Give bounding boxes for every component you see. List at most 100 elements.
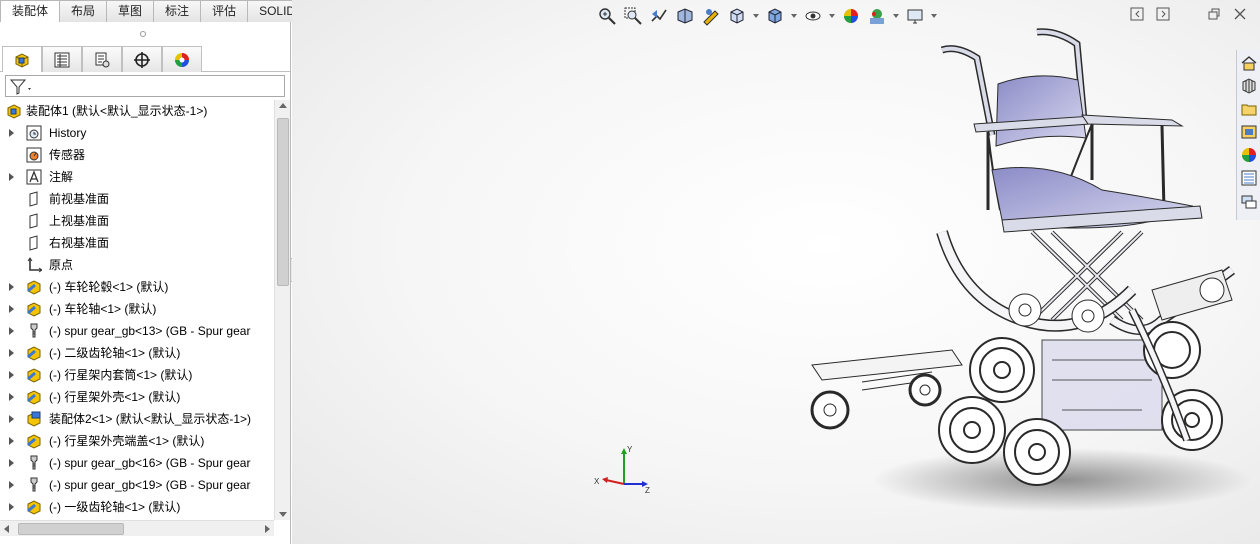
tree-filter[interactable] xyxy=(5,75,285,97)
triad-y-label: Y xyxy=(627,445,633,454)
dynamic-annotation-icon[interactable] xyxy=(700,5,722,27)
tree-horizontal-scrollbar[interactable] xyxy=(0,520,274,536)
part-icon xyxy=(27,346,41,361)
tree-item[interactable]: (-) 二级齿轮轴<1> (默认) xyxy=(0,342,274,364)
part-icon xyxy=(27,280,41,295)
command-tab[interactable]: 评估 xyxy=(201,0,249,22)
tree-item-label: (-) 行星架外壳端盖<1> (默认) xyxy=(49,434,205,448)
tab-dimxpert-manager[interactable] xyxy=(122,46,162,72)
tree-item[interactable]: (-) 行星架外壳端盖<1> (默认) xyxy=(0,430,274,452)
expand-arrow-icon[interactable] xyxy=(9,327,14,335)
tree-item-label: 上视基准面 xyxy=(49,214,110,228)
plane-icon xyxy=(29,191,38,207)
tree-item[interactable]: 上视基准面 xyxy=(0,210,274,232)
tab-feature-manager[interactable] xyxy=(2,46,42,72)
tree-item-label: (-) 一级齿轮轴<1> (默认) xyxy=(49,500,181,514)
expand-arrow-icon[interactable] xyxy=(9,415,14,423)
scroll-right-icon[interactable] xyxy=(265,525,270,533)
expand-arrow-icon[interactable] xyxy=(9,305,14,313)
tree-item-label: 传感器 xyxy=(49,148,86,162)
display-style-icon[interactable] xyxy=(764,5,786,27)
tree-item[interactable]: 前视基准面 xyxy=(0,188,274,210)
triad-z-label: Z xyxy=(645,486,650,494)
expand-arrow-icon[interactable] xyxy=(9,503,14,511)
assembly-icon xyxy=(7,104,21,119)
toolbox-part-icon xyxy=(30,477,38,492)
tree-item-label: (-) 车轮轮毂<1> (默认) xyxy=(49,280,169,294)
part-icon xyxy=(27,302,41,317)
coordinate-triad: Y Z X xyxy=(594,445,650,494)
tree-item[interactable]: 传感器 xyxy=(0,144,274,166)
tree-item[interactable]: (-) spur gear_gb<16> (GB - Spur gear xyxy=(0,452,274,474)
tree-root[interactable]: 装配体1 (默认<默认_显示状态-1>) xyxy=(0,100,274,122)
tree-item[interactable]: (-) 一级齿轮轴<1> (默认) xyxy=(0,496,274,518)
command-tab[interactable]: 布局 xyxy=(60,0,108,22)
view-orientation-dropdown[interactable] xyxy=(752,5,760,27)
tree-vertical-scrollbar[interactable] xyxy=(274,100,290,520)
previous-view-icon[interactable] xyxy=(648,5,670,27)
expand-arrow-icon[interactable] xyxy=(9,481,14,489)
expand-arrow-icon[interactable] xyxy=(9,437,14,445)
feature-tree: 装配体1 (默认<默认_显示状态-1>) History 传感器注解前视基准面上视… xyxy=(0,100,274,520)
scroll-thumb[interactable] xyxy=(277,118,289,286)
triad-x-label: X xyxy=(594,477,600,486)
graphics-area[interactable]: Y Z X xyxy=(292,0,1260,544)
tree-item[interactable]: 原点 xyxy=(0,254,274,276)
tree-item-label: (-) spur gear_gb<13> (GB - Spur gear xyxy=(49,324,251,338)
expand-arrow-icon[interactable] xyxy=(9,129,14,137)
part-icon xyxy=(27,434,41,449)
scroll-down-icon[interactable] xyxy=(279,512,287,517)
annotation-icon xyxy=(26,169,42,185)
expand-arrow-icon[interactable] xyxy=(9,371,14,379)
expand-arrow-icon[interactable] xyxy=(9,283,14,291)
tree-item[interactable]: 注解 xyxy=(0,166,274,188)
crosshair-icon xyxy=(134,51,150,68)
tab-configuration-manager[interactable] xyxy=(82,46,122,72)
tab-property-manager[interactable] xyxy=(42,46,82,72)
tree-item[interactable]: (-) 车轮轴<1> (默认) xyxy=(0,298,274,320)
tree-item[interactable]: (-) 行星架内套筒<1> (默认) xyxy=(0,364,274,386)
tree-item-label: 前视基准面 xyxy=(49,192,110,206)
tree-item-label: 装配体2<1> (默认<默认_显示状态-1>) xyxy=(49,412,252,426)
history-icon xyxy=(26,125,42,141)
expand-arrow-icon[interactable] xyxy=(9,349,14,357)
tree-item[interactable]: 右视基准面 xyxy=(0,232,274,254)
tree-item[interactable]: (-) spur gear_gb<13> (GB - Spur gear xyxy=(0,320,274,342)
toolbox-part-icon xyxy=(30,323,38,338)
wheelchair-model[interactable] xyxy=(792,20,1252,520)
zoom-area-icon[interactable] xyxy=(622,5,644,27)
pane-grip[interactable] xyxy=(140,31,146,37)
tree-item-label: (-) spur gear_gb<16> (GB - Spur gear xyxy=(49,456,251,470)
tree-item[interactable]: (-) 行星架外壳<1> (默认) xyxy=(0,386,274,408)
tree-item-label: (-) 二级齿轮轴<1> (默认) xyxy=(49,346,181,360)
view-orientation-icon[interactable] xyxy=(726,5,748,27)
color-wheel-icon xyxy=(175,52,189,67)
command-tab[interactable]: 草图 xyxy=(107,0,155,22)
filter-icon xyxy=(9,79,31,95)
pane-tabs: › xyxy=(0,46,290,91)
scroll-thumb-horizontal[interactable] xyxy=(18,523,124,535)
tree-item[interactable]: 装配体2<1> (默认<默认_显示状态-1>) xyxy=(0,408,274,430)
part-icon xyxy=(27,500,41,515)
tab-display-manager[interactable] xyxy=(162,46,202,72)
scroll-left-icon[interactable] xyxy=(4,525,9,533)
tree-item-label: History xyxy=(49,126,87,140)
configuration-icon xyxy=(95,52,110,67)
assembly-icon xyxy=(15,52,29,68)
command-tab[interactable]: 装配体 xyxy=(0,0,61,22)
command-tab[interactable]: 标注 xyxy=(154,0,202,22)
section-view-icon[interactable] xyxy=(674,5,696,27)
zoom-to-fit-icon[interactable] xyxy=(596,5,618,27)
plane-icon xyxy=(29,235,38,251)
expand-arrow-icon[interactable] xyxy=(9,173,14,181)
part-icon xyxy=(27,368,41,383)
tree-item-label: 原点 xyxy=(49,258,74,272)
tree-item[interactable]: (-) 车轮轮毂<1> (默认) xyxy=(0,276,274,298)
property-list-icon xyxy=(54,52,70,67)
expand-arrow-icon[interactable] xyxy=(9,459,14,467)
expand-arrow-icon[interactable] xyxy=(9,393,14,401)
toolbox-part-icon xyxy=(30,455,38,470)
tree-item[interactable]: History xyxy=(0,122,274,144)
scroll-up-icon[interactable] xyxy=(279,103,287,108)
tree-item[interactable]: (-) spur gear_gb<19> (GB - Spur gear xyxy=(0,474,274,496)
